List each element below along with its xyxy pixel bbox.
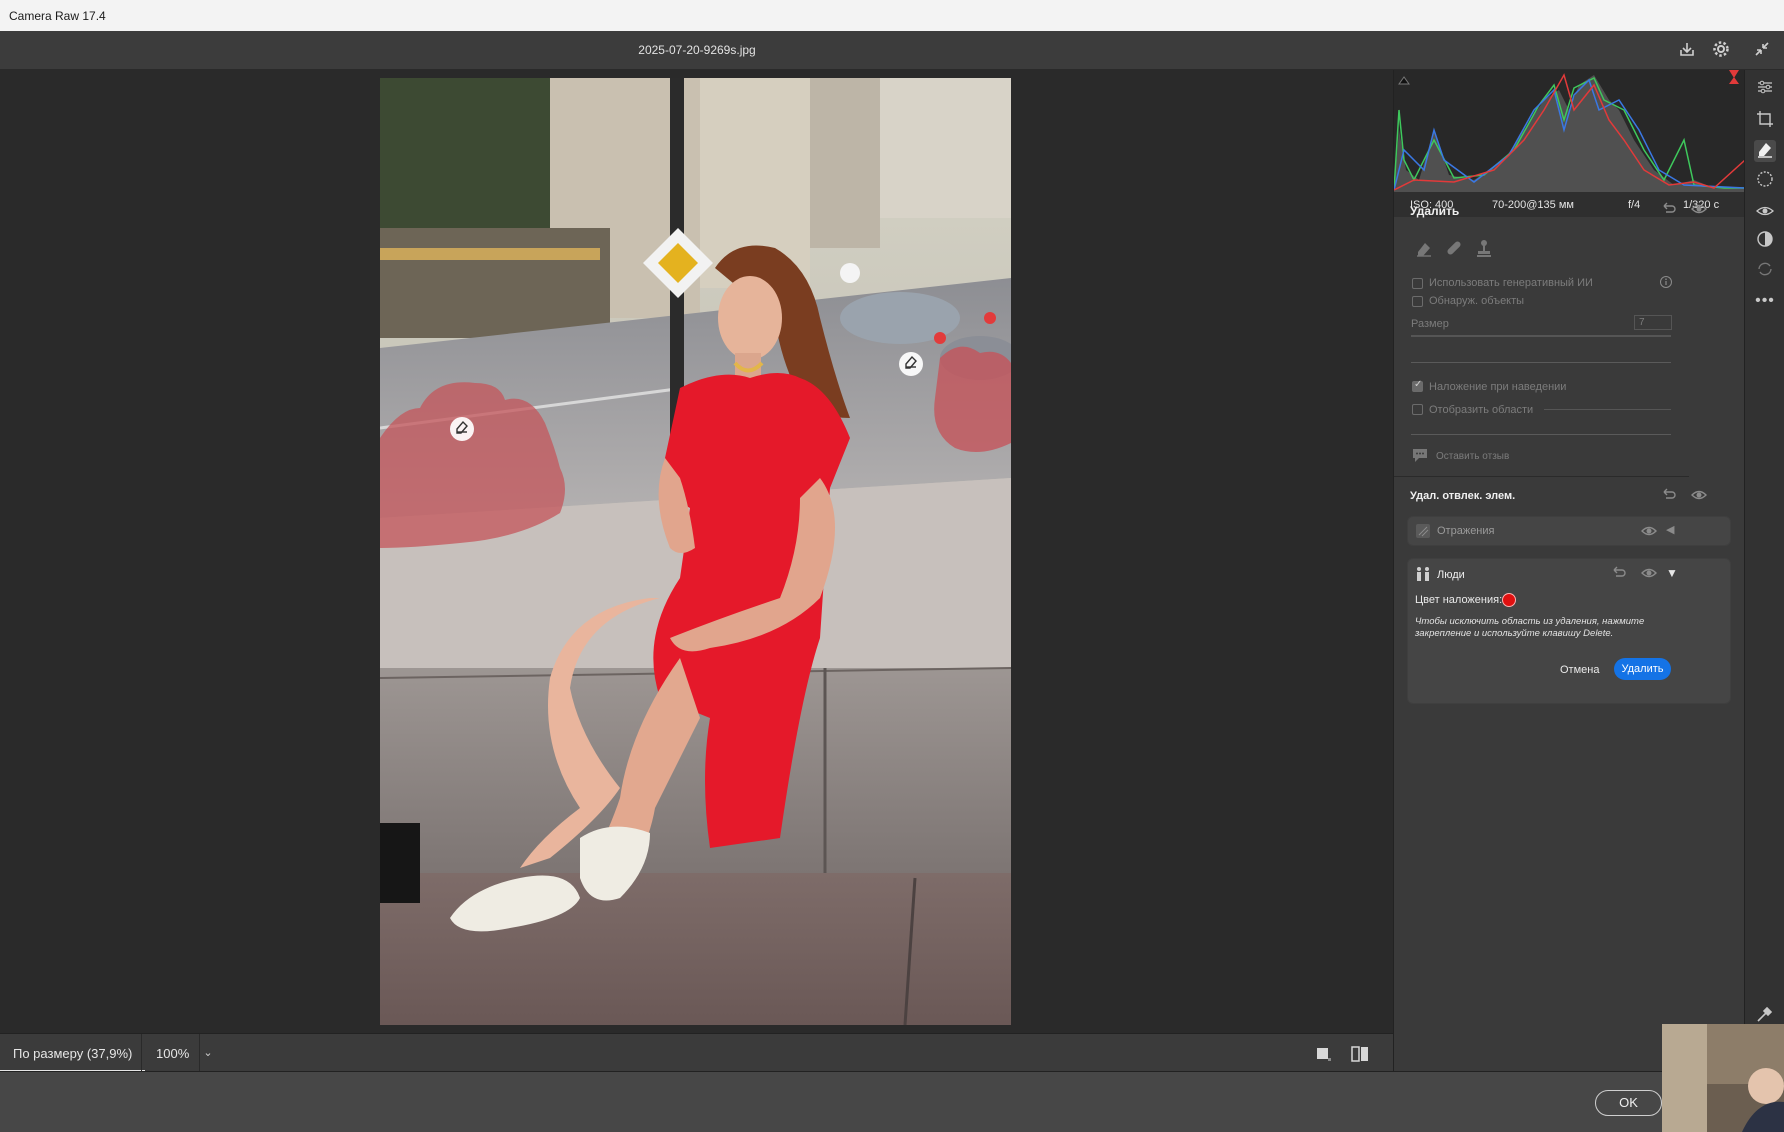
show-areas-checkbox[interactable] (1412, 404, 1423, 415)
reflections-icon (1414, 522, 1432, 543)
edit-sliders-icon[interactable] (1754, 78, 1776, 100)
divider (1394, 476, 1689, 477)
people-overlay-right (934, 346, 1011, 452)
photo-preview[interactable] (380, 78, 1011, 1025)
cancel-button[interactable]: Отмена (1560, 664, 1599, 676)
tool-strip: ••• (1744, 70, 1784, 1071)
collapse-icon[interactable] (1751, 40, 1773, 62)
histogram (1393, 70, 1746, 192)
chevron-left-icon[interactable]: ◀ (1666, 523, 1674, 536)
eraser-pin-icon[interactable] (450, 417, 474, 441)
overlay-color-swatch[interactable] (1502, 593, 1516, 607)
save-icon[interactable] (1676, 40, 1698, 62)
single-view-icon[interactable] (1314, 1045, 1332, 1068)
overlay-color-label: Цвет наложения: (1415, 594, 1503, 606)
size-label: Размер (1411, 318, 1449, 330)
feedback-icon[interactable] (1411, 447, 1429, 466)
chevron-down-icon[interactable]: ▼ (1666, 566, 1678, 580)
masking-icon[interactable] (1754, 170, 1776, 192)
divider (1411, 362, 1671, 363)
red-eye-icon[interactable] (1754, 202, 1776, 224)
presets-icon[interactable] (1754, 230, 1776, 252)
remove-section-title: Удалить (1410, 204, 1460, 218)
before-after-icon[interactable] (1350, 1045, 1370, 1068)
more-icon[interactable]: ••• (1754, 290, 1776, 312)
show-areas-slider[interactable] (1544, 409, 1671, 410)
photo-image (380, 78, 1011, 1025)
remove-button[interactable]: Удалить (1614, 658, 1671, 680)
settings-icon[interactable] (1710, 40, 1732, 62)
overlay-hover-checkbox[interactable] (1412, 379, 1423, 392)
edit-panel: ISO: 400 70-200@135 мм f/4 1/320 с Удали… (1393, 70, 1746, 1071)
overlay-hover-label: Наложение при наведении (1429, 381, 1567, 393)
aperture-value: f/4 (1628, 199, 1641, 211)
people-card: Люди ▼ Цвет наложения: Чтобы исключить о… (1407, 558, 1731, 704)
healing-tool-icon[interactable] (1444, 238, 1464, 261)
reflections-label: Отражения (1437, 525, 1495, 537)
file-name: 2025-07-20-9269s.jpg (638, 43, 756, 57)
reset-icon[interactable] (1661, 488, 1677, 505)
reset-icon[interactable] (1661, 202, 1677, 219)
divider (1411, 434, 1671, 435)
top-toolbar: 2025-07-20-9269s.jpg (0, 31, 1784, 70)
size-input[interactable]: 7 (1634, 315, 1672, 330)
eye-icon[interactable] (1691, 488, 1707, 505)
eraser-tool-icon[interactable] (1414, 238, 1434, 261)
eye-icon[interactable] (1641, 566, 1657, 583)
people-hint: Чтобы исключить область из удаления, наж… (1415, 616, 1645, 639)
zoom-fit-button[interactable]: По размеру (37,9%) (0, 1034, 146, 1072)
detect-objects-label: Обнаруж. объекты (1429, 295, 1525, 307)
lens-value: 70-200@135 мм (1492, 199, 1574, 211)
view-bar: По размеру (37,9%) 100% ⌄ (0, 1033, 1393, 1072)
eye-icon[interactable] (1691, 202, 1707, 219)
feedback-link[interactable]: Оставить отзыв (1436, 451, 1509, 462)
image-canvas[interactable] (0, 70, 1393, 1033)
highlight-clipping-icon[interactable] (1728, 72, 1740, 84)
distractions-section-title: Удал. отвлек. элем. (1410, 490, 1516, 502)
eye-icon[interactable] (1641, 524, 1657, 541)
reflections-card[interactable]: Отражения ◀ (1407, 516, 1731, 546)
people-label: Люди (1437, 569, 1465, 581)
snapshots-icon[interactable] (1754, 260, 1776, 282)
generative-ai-checkbox[interactable] (1412, 278, 1423, 289)
chevron-down-icon[interactable]: ⌄ (200, 1046, 216, 1059)
detect-objects-checkbox[interactable] (1412, 296, 1423, 307)
size-slider[interactable] (1411, 335, 1671, 337)
webcam-overlay (1662, 1024, 1784, 1132)
crop-icon[interactable] (1754, 110, 1776, 132)
clone-stamp-icon[interactable] (1474, 238, 1494, 261)
show-areas-label: Отобразить области (1429, 404, 1534, 416)
info-icon[interactable] (1659, 275, 1673, 292)
ok-button[interactable]: OK (1595, 1090, 1662, 1116)
window-titlebar: Camera Raw 17.4 (0, 0, 1784, 31)
remove-tool-icon[interactable] (1754, 140, 1776, 162)
reset-icon[interactable] (1611, 566, 1627, 583)
generative-ai-label: Использовать генеративный ИИ (1429, 277, 1593, 289)
shadow-clipping-icon[interactable] (1398, 72, 1410, 85)
window-title: Camera Raw 17.4 (9, 9, 106, 23)
eraser-pin-icon[interactable] (899, 352, 923, 376)
dialog-footer: OK (0, 1071, 1784, 1132)
zoom-100-button[interactable]: 100% (141, 1034, 200, 1072)
people-icon (1414, 565, 1432, 586)
